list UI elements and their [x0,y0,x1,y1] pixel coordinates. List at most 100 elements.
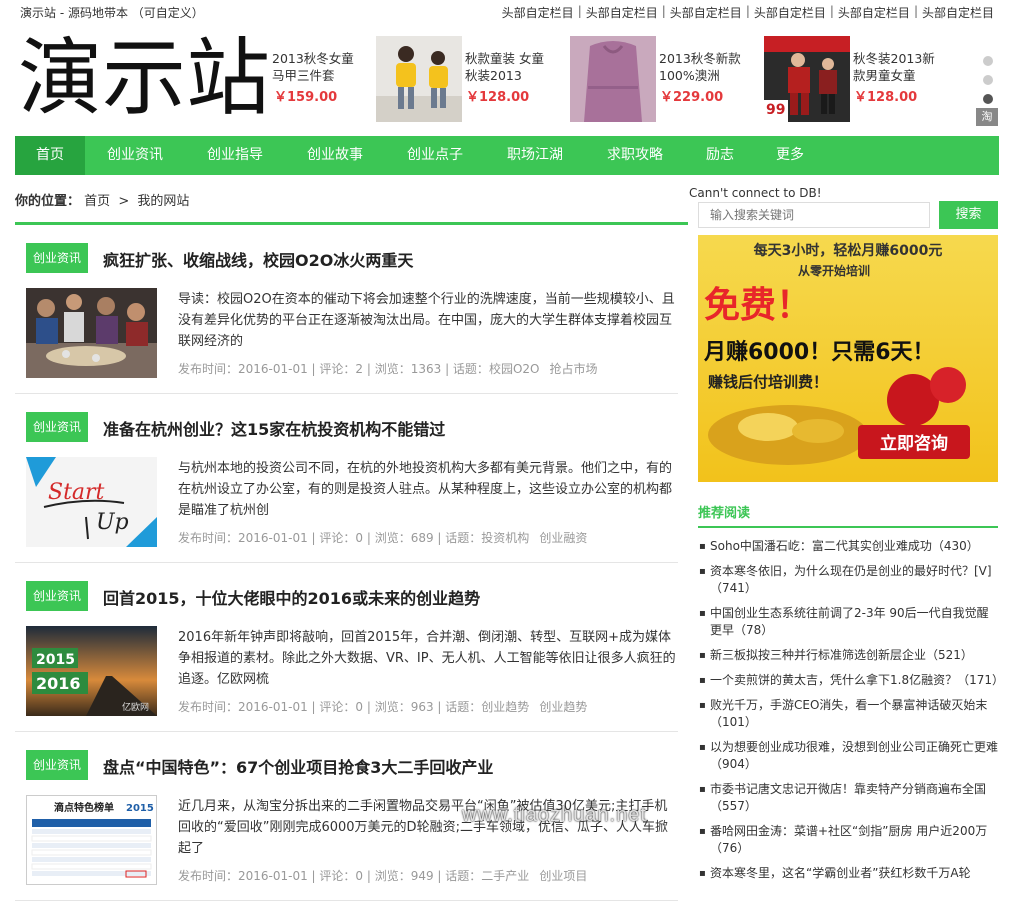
recommended-item[interactable]: Soho中国潘石屹：富二代其实创业难成功（430） [698,538,998,555]
top-link-6[interactable]: 头部自定栏目 [922,4,994,21]
recommended-item[interactable]: 以为想要创业成功很难，没想到创业公司正确死亡更难（904） [698,739,998,773]
product-image [570,36,656,122]
top-link-4[interactable]: 头部自定栏目 [754,4,826,21]
product-title: 2013秋冬新款 100%澳洲 [659,51,741,83]
nav-item-startup-guide[interactable]: 创业指导 [185,136,285,175]
recommended-item[interactable]: 市委书记唐文忠记开微店！靠卖特产分销商遍布全国（557） [698,781,998,815]
site-watermark: www.tiaozhuan.net [462,804,647,826]
article-category-tag[interactable]: 创业资讯 [26,750,88,780]
site-description: 演示站 - 源码地带本 （可自定义） [20,6,204,20]
nav-item-inspiration[interactable]: 励志 [685,136,755,175]
recommended-item[interactable]: 番哈网田金涛：菜谱+社区“剑指”厨房 用户近200万（76） [698,823,998,857]
search-input[interactable] [698,202,930,228]
top-link-5[interactable]: 头部自定栏目 [838,4,910,21]
article-item: 创业资讯 准备在杭州创业？这15家在杭投资机构不能错过 Start Up 与杭州… [15,394,678,563]
search-button[interactable]: 搜索 [939,201,998,229]
recommended-item[interactable]: 一个卖煎饼的黄太吉，凭什么拿下1.8亿融资？（171） [698,672,1004,689]
article-meta-text: 发布时间：2016-01-01 | 评论：2 | 浏览：1363 | 话题： [178,362,489,376]
recommended-list: Soho中国潘石屹：富二代其实创业难成功（430） 资本寒冬依旧，为什么现在仍是… [698,538,1004,890]
article-meta: 发布时间：2016-01-01 | 评论：0 | 浏览：689 | 话题：投资机… [178,529,587,546]
article-item: 创业资讯 疯狂扩张、收缩战线，校园O2O冰火两重天 导读：校园O2O在资本的催动… [15,225,678,394]
nav-item-startup-ideas[interactable]: 创业点子 [385,136,485,175]
article-thumbnail[interactable] [26,288,157,378]
top-bar: 演示站 - 源码地带本 （可自定义） 头部自定栏目 | 头部自定栏目 | 头部自定栏… [0,0,1012,24]
article-category-tag[interactable]: 创业资讯 [26,412,88,442]
product-title: 2013秋冬女童马甲三件套 [272,51,354,83]
thumb-up-text: Up [96,510,129,535]
article-category-tag[interactable]: 创业资讯 [26,243,88,273]
product-title: 秋款童装 女童 秋装2013 [465,51,544,83]
article-topic-link[interactable]: 创业趋势 [481,700,529,714]
article-meta-text: 发布时间：2016-01-01 | 评论：0 | 浏览：949 | 话题： [178,869,482,883]
taobao-icon: 淘 [976,108,998,126]
nav-item-more[interactable]: 更多 [755,136,825,175]
nav-item-home[interactable]: 首页 [15,136,85,175]
site-logo[interactable]: 演示站 [18,30,270,126]
article-topic-link[interactable]: 抢占市场 [549,362,597,376]
slider-dot[interactable] [983,75,993,85]
article-meta: 发布时间：2016-01-01 | 评论：0 | 浏览：963 | 话题：创业趋… [178,698,587,715]
nav-item-job-tips[interactable]: 求职攻略 [585,136,685,175]
article-title[interactable]: 疯狂扩张、收缩战线，校园O2O冰火两重天 [103,247,413,271]
ad-cta-text: 立即咨询 [880,433,948,454]
thumb-watermark-text: 亿欧网 [122,701,149,713]
product-price: ￥128.00 [466,90,530,105]
thumb-2015-text: 2015 [36,652,75,668]
slider-dot-active[interactable] [983,94,993,104]
recommended-item[interactable]: 新三板拟按三种并行标准筛选创新层企业（521） [698,647,998,664]
article-topic-link[interactable]: 创业项目 [539,869,587,883]
product-price-badge: 99 [766,102,786,118]
nav-item-startup-stories[interactable]: 创业故事 [285,136,385,175]
nav-item-startup-news[interactable]: 创业资讯 [85,136,185,175]
article-topic-link[interactable]: 校园O2O [489,362,540,376]
recommended-item[interactable]: 中国创业生态系统往前调了2-3年 90后一代自我觉醒更早（78） [698,605,998,639]
article-thumbnail[interactable]: Start Up [26,457,157,547]
slider-dot[interactable] [983,56,993,66]
thumb-year-text: 2015 [126,803,154,814]
article-meta: 发布时间：2016-01-01 | 评论：0 | 浏览：949 | 话题：二手产… [178,867,587,884]
ad-line-1: 每天3小时，轻松月赚6000元 [754,242,943,259]
top-link-3[interactable]: 头部自定栏目 [670,4,742,21]
article-summary: 2016年新年钟声即将敲响，回首2015年，合并潮、倒闭潮、转型、互联网+成为媒… [178,630,676,687]
article-thumbnail[interactable]: 滴点特色榜单 2015 [26,795,157,885]
recommended-item[interactable]: 资本寒冬依旧，为什么现在仍是创业的最好时代？[V]（741） [698,563,998,597]
article-meta: 发布时间：2016-01-01 | 评论：2 | 浏览：1363 | 话题：校园… [178,360,597,377]
ad-line-5: 赚钱后付培训费！ [707,373,828,391]
recommended-divider [698,526,998,528]
article-meta-text: 发布时间：2016-01-01 | 评论：0 | 浏览：963 | 话题： [178,700,482,714]
breadcrumb-home[interactable]: 首页 [84,194,110,209]
product-price: ￥128.00 [854,90,918,105]
article-topic-link[interactable]: 创业趋势 [539,700,587,714]
ad-line-3: 免费！ [704,285,812,326]
breadcrumb-label: 你的位置： [15,194,81,209]
article-item: 创业资讯 回首2015，十位大佬眼中的2016或未来的创业趋势 2015 201… [15,563,678,732]
article-topic-link[interactable]: 二手产业 [481,869,529,883]
article-summary: 与杭州本地的投资公司不同，在杭的外地投资机构大多都有美元背景。他们之中，有的在杭… [178,461,673,518]
product-title: 秋冬装2013新款男童女童 [853,51,935,83]
recommended-item[interactable]: 资本寒冬里，这名“学霸创业者”获红杉数千万A轮 [698,865,998,882]
top-links: 头部自定栏目 | 头部自定栏目 | 头部自定栏目 | 头部自定栏目 | 头部自定栏目 | … [501,4,994,21]
article-thumbnail[interactable]: 2015 2016 亿欧网 [26,626,157,716]
article-meta-text: 发布时间：2016-01-01 | 评论：0 | 浏览：689 | 话题： [178,531,482,545]
article-title[interactable]: 盘点“中国特色”：67个创业项目抢食3大二手回收产业 [103,754,493,778]
nav-item-workplace[interactable]: 职场江湖 [485,136,585,175]
article-category-tag[interactable]: 创业资讯 [26,581,88,611]
article-topic-link[interactable]: 创业融资 [539,531,587,545]
product-price: ￥229.00 [660,90,724,105]
product-image [376,36,462,122]
thumb-2016-text: 2016 [36,674,81,693]
ad-line-2: 从零开始培训 [798,263,870,278]
ad-banner[interactable]: 每天3小时，轻松月赚6000元 从零开始培训 免费！ 月赚6000！只需6天！ … [698,235,998,482]
breadcrumb-current[interactable]: 我的网站 [137,194,189,209]
main-nav: 首页 创业资讯 创业指导 创业故事 创业点子 职场江湖 求职攻略 励志 更多 [15,136,999,175]
article-title[interactable]: 准备在杭州创业？这15家在杭投资机构不能错过 [103,416,445,440]
slider-dots [983,56,993,113]
recommended-title: 推荐阅读 [698,506,751,521]
top-link-1[interactable]: 头部自定栏目 [502,4,574,21]
top-link-2[interactable]: 头部自定栏目 [586,4,658,21]
recommended-item[interactable]: 败光千万，手游CEO消失，看一个暴富神话破灭始末（101） [698,697,998,731]
article-topic-link[interactable]: 投资机构 [481,531,529,545]
product-price: ￥159.00 [274,90,338,105]
article-title[interactable]: 回首2015，十位大佬眼中的2016或未来的创业趋势 [103,585,480,609]
breadcrumb: 你的位置： 首页 > 我的网站 [15,190,189,209]
